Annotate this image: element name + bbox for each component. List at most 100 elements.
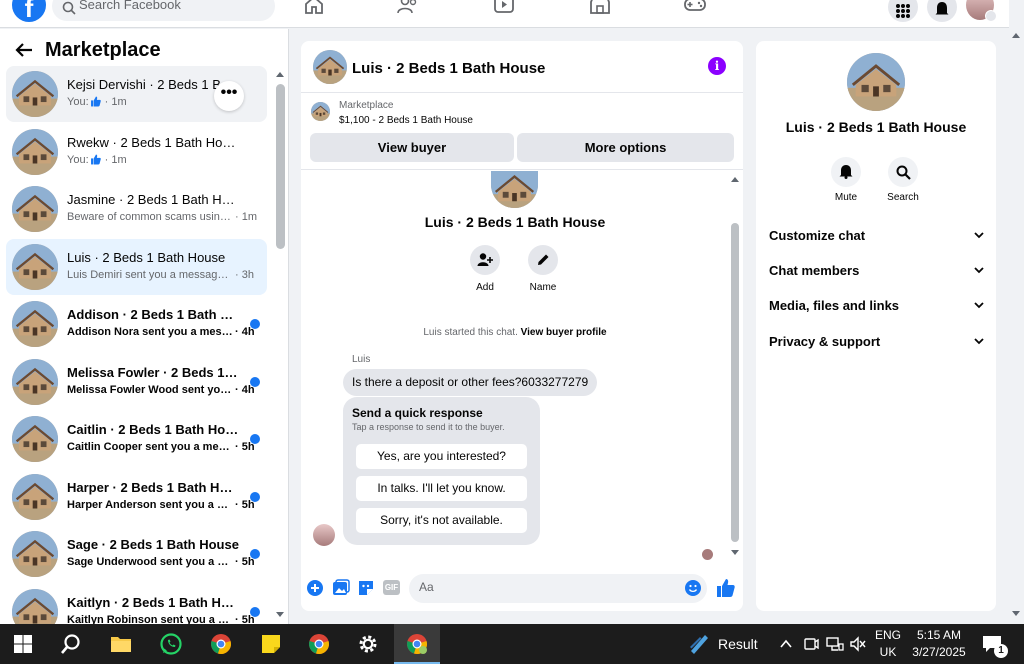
pencil-icon[interactable] xyxy=(528,245,558,275)
facebook-logo[interactable]: f xyxy=(12,0,46,22)
settings-button[interactable] xyxy=(345,624,391,664)
menu-grid-button[interactable] xyxy=(888,0,918,22)
account-menu-chevron-icon[interactable] xyxy=(985,10,997,22)
more-options-button[interactable]: More options xyxy=(517,133,734,162)
network-icon[interactable] xyxy=(826,636,844,652)
conversation-item[interactable]: Jasmine · 2 Beds 1 Bath House Beware of c… xyxy=(6,181,267,237)
meet-now-icon[interactable] xyxy=(803,636,819,652)
page-scroll-down-icon[interactable] xyxy=(1012,611,1020,616)
quick-response-option[interactable]: In talks. I'll let you know. xyxy=(356,476,527,501)
mute-action[interactable]: Mute xyxy=(821,157,871,203)
photo-icon[interactable] xyxy=(332,579,350,597)
media-files-links-section[interactable]: Media, files and links xyxy=(769,298,984,318)
chrome-button[interactable] xyxy=(198,624,244,664)
chat-avatar[interactable] xyxy=(313,50,347,84)
snippet-text: Beware of common scams using ... xyxy=(67,211,233,223)
details-avatar[interactable] xyxy=(847,53,905,111)
gaming-icon[interactable] xyxy=(684,0,706,14)
conversation-item[interactable]: Melissa Fowler · 2 Beds 1 Bath House Meli… xyxy=(6,354,267,410)
chrome-icon xyxy=(309,634,329,654)
cricket-result-icon[interactable] xyxy=(688,633,710,655)
chat-messages: Luis · 2 Beds 1 Bath House Add Name Luis… xyxy=(301,171,743,567)
snippet-text: Harper Anderson sent you a m... xyxy=(67,498,233,511)
conversation-item[interactable]: Addison · 2 Beds 1 Bath House Addison Nor… xyxy=(6,296,267,352)
volume-muted-icon[interactable] xyxy=(849,636,867,652)
bell-icon[interactable] xyxy=(831,157,861,187)
result-widget-label[interactable]: Result xyxy=(718,636,758,652)
conversation-snippet: Melissa Fowler Wood sent you ... · 4h xyxy=(67,384,255,396)
notifications-button[interactable] xyxy=(927,0,957,22)
chat-scrollbar[interactable] xyxy=(731,223,739,542)
conversation-item[interactable]: Sage · 2 Beds 1 Bath House Sage Underwood… xyxy=(6,526,267,582)
gif-button[interactable]: GIF xyxy=(383,580,400,595)
customize-chat-section[interactable]: Customize chat xyxy=(769,228,984,248)
chevron-down-icon xyxy=(974,302,984,309)
chrome-profile-button[interactable] xyxy=(296,624,342,664)
conversation-item[interactable]: Harper · 2 Beds 1 Bath House Harper Ander… xyxy=(6,469,267,525)
clock-date[interactable]: 3/27/2025 xyxy=(908,645,970,659)
conversation-avatar xyxy=(12,531,58,577)
start-button[interactable] xyxy=(0,624,46,664)
like-thumb-icon[interactable] xyxy=(716,578,736,598)
info-icon[interactable]: i xyxy=(708,57,726,75)
left-scroll-up-icon[interactable] xyxy=(276,72,284,77)
quick-response-card: Send a quick response Tap a response to … xyxy=(343,397,540,545)
sender-avatar[interactable] xyxy=(313,524,335,546)
sender-name: Luis xyxy=(352,354,371,365)
friends-icon[interactable] xyxy=(397,0,419,14)
emoji-icon[interactable] xyxy=(685,580,701,596)
left-scroll-down-icon[interactable] xyxy=(276,612,284,617)
view-buyer-profile-link[interactable]: View buyer profile xyxy=(521,327,607,338)
chat-started-notice: Luis started this chat. View buyer profi… xyxy=(301,327,729,338)
add-action[interactable]: Add xyxy=(460,245,510,293)
file-explorer-button[interactable] xyxy=(98,624,144,664)
sticker-icon[interactable] xyxy=(357,579,375,597)
chat-scroll-up-icon[interactable] xyxy=(731,177,739,182)
language-code[interactable]: ENG xyxy=(874,628,902,642)
intro-avatar xyxy=(491,171,538,208)
video-icon[interactable] xyxy=(493,0,515,14)
chevron-up-icon[interactable] xyxy=(779,638,793,650)
clock-time[interactable]: 5:15 AM xyxy=(908,628,970,642)
plus-circle-icon[interactable] xyxy=(306,579,324,597)
conversation-snippet: Luis Demiri sent you a message ab... · 3h xyxy=(67,269,254,281)
conversation-item[interactable]: Luis · 2 Beds 1 Bath House Luis Demiri se… xyxy=(6,238,267,295)
left-scrollbar[interactable] xyxy=(276,84,285,249)
message-input-container[interactable] xyxy=(409,574,707,603)
incoming-message-bubble[interactable]: Is there a deposit or other fees?6033277… xyxy=(343,369,598,396)
chat-scroll-down-icon[interactable] xyxy=(731,550,739,555)
conversation-item[interactable]: Caitlin · 2 Beds 1 Bath House Caitlin Coo… xyxy=(6,411,267,467)
more-options-icon[interactable]: ••• xyxy=(214,81,244,111)
chat-members-section[interactable]: Chat members xyxy=(769,263,984,283)
quick-response-option[interactable]: Sorry, it's not available. xyxy=(356,508,527,533)
snippet-text: Melissa Fowler Wood sent you ... xyxy=(67,383,233,396)
search-action[interactable]: Search xyxy=(878,157,928,203)
add-person-icon[interactable] xyxy=(470,245,500,275)
conversation-item[interactable]: Rwekw · 2 Beds 1 Bath House You: · 1m xyxy=(6,124,267,180)
marketplace-icon[interactable] xyxy=(589,0,611,14)
section-label: Chat members xyxy=(769,263,860,278)
back-arrow-icon[interactable] xyxy=(14,42,34,58)
taskbar-search-button[interactable] xyxy=(48,624,94,664)
whatsapp-button[interactable] xyxy=(148,624,194,664)
listing-label: Marketplace xyxy=(339,100,394,111)
search-icon[interactable] xyxy=(888,157,918,187)
listing-thumbnail[interactable] xyxy=(311,102,330,121)
view-buyer-button[interactable]: View buyer xyxy=(310,133,514,162)
conversation-item[interactable]: Kejsi Dervishi · 2 Beds 1 Bath House You:… xyxy=(6,66,267,122)
search-facebook-input[interactable]: Search Facebook xyxy=(52,0,275,21)
language-region[interactable]: UK xyxy=(874,645,902,659)
conversation-name: Rwekw · 2 Beds 1 Bath House xyxy=(67,134,239,150)
sticky-notes-button[interactable] xyxy=(248,624,294,664)
page-scroll-up-icon[interactable] xyxy=(1012,33,1020,38)
chrome-active-button[interactable] xyxy=(394,624,440,664)
search-icon xyxy=(62,1,76,15)
name-action[interactable]: Name xyxy=(518,245,568,293)
privacy-support-section[interactable]: Privacy & support xyxy=(769,334,984,354)
quick-response-option[interactable]: Yes, are you interested? xyxy=(356,444,527,469)
chat-title[interactable]: Luis · 2 Beds 1 Bath House xyxy=(352,60,545,77)
listing-price-title[interactable]: $1,100 - 2 Beds 1 Bath House xyxy=(339,115,473,126)
home-icon[interactable] xyxy=(303,0,325,14)
conversation-item[interactable]: Kaitlyn · 2 Beds 1 Bath House Kaitlyn Rob… xyxy=(6,584,267,624)
message-input[interactable] xyxy=(419,580,669,594)
